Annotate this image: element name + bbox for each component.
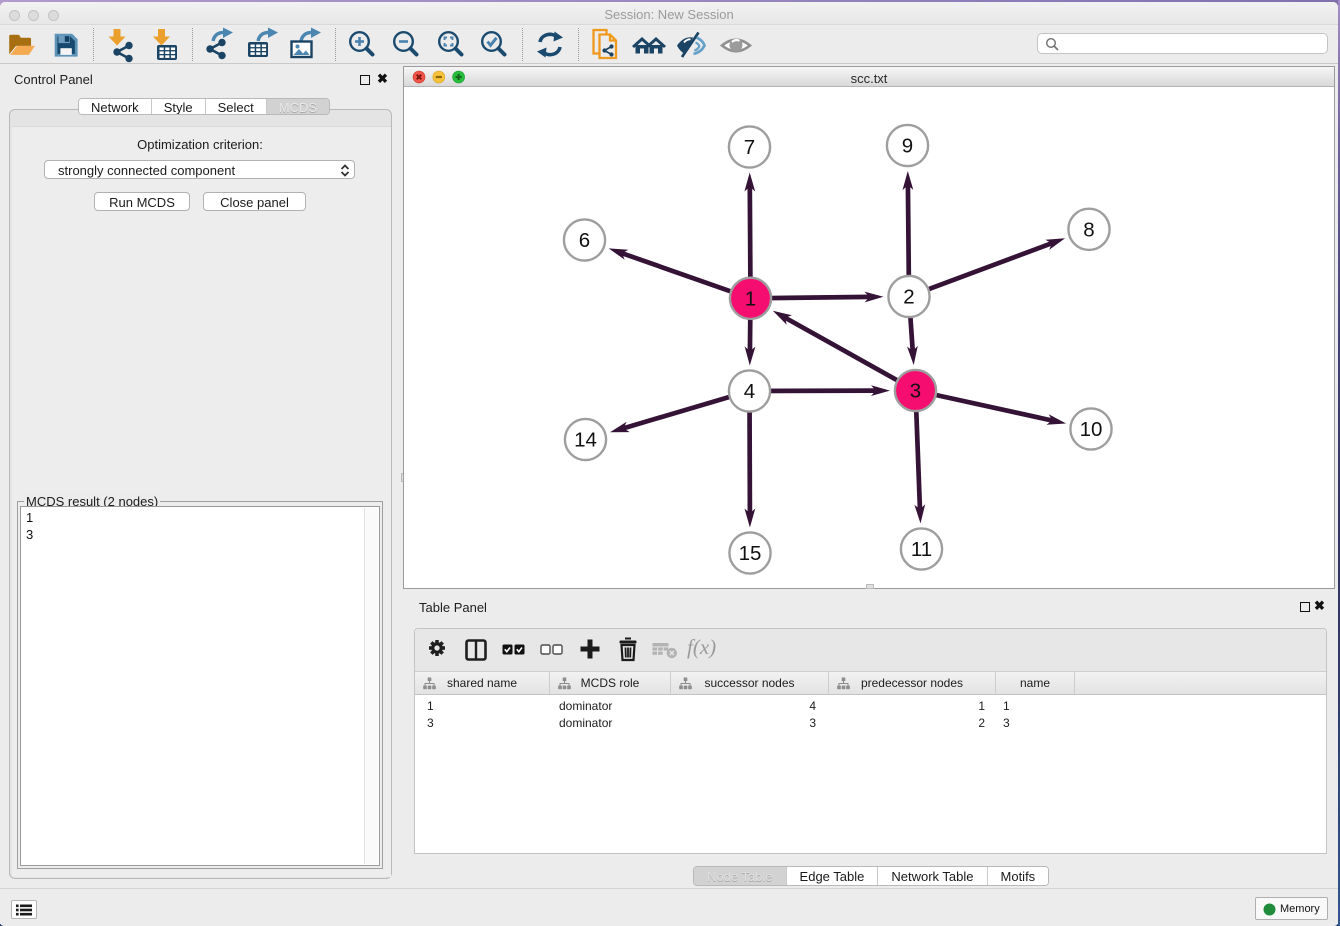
svg-text:6: 6 [579, 229, 590, 252]
svg-text:1: 1 [745, 288, 756, 311]
svg-text:14: 14 [574, 429, 597, 452]
svg-text:3: 3 [910, 380, 921, 403]
svg-text:8: 8 [1083, 219, 1094, 242]
svg-text:15: 15 [739, 542, 762, 565]
svg-text:11: 11 [911, 538, 932, 561]
svg-text:7: 7 [744, 136, 755, 159]
svg-text:2: 2 [903, 286, 914, 309]
svg-text:4: 4 [744, 380, 755, 403]
svg-text:10: 10 [1080, 418, 1103, 441]
svg-text:9: 9 [902, 135, 913, 158]
